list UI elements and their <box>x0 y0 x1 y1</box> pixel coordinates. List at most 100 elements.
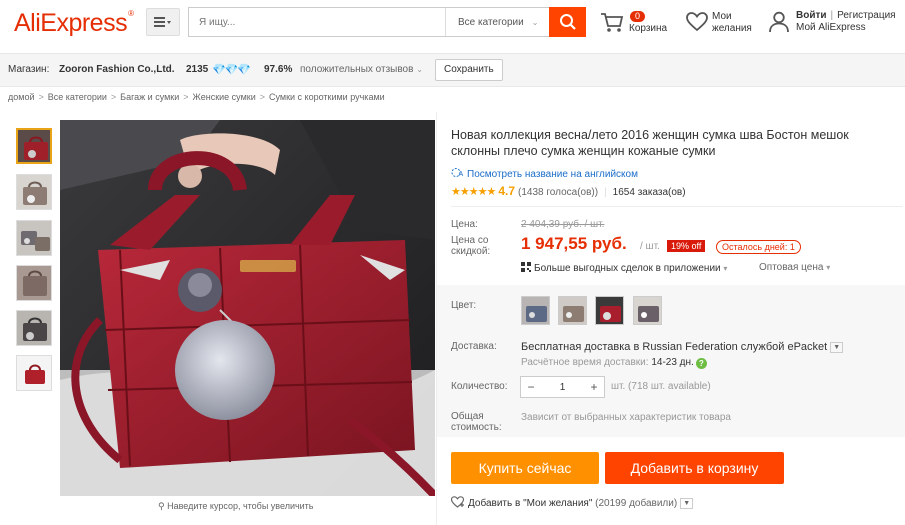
my-aliexpress-link[interactable]: Мой AliExpress <box>796 22 896 34</box>
shipping-label: Доставка: <box>451 341 497 352</box>
diamond-rating-icon: 💎💎💎 <box>212 64 251 76</box>
zoom-hint: ⚲ Наведите курсор, чтобы увеличить <box>158 501 314 511</box>
color-swatch-image <box>634 297 661 324</box>
qr-code-icon <box>521 262 531 272</box>
app-deals-link[interactable]: Больше выгодных сделок в приложении ▾ <box>521 262 727 274</box>
thumbnail-gallery <box>0 112 60 525</box>
cart-label: Корзина <box>629 23 668 34</box>
bag-thumbnail-image <box>17 266 51 300</box>
chevron-down-icon: ▾ <box>723 264 728 273</box>
quantity-input[interactable]: 1 <box>541 382 584 393</box>
heart-plus-icon <box>450 496 465 508</box>
chevron-down-icon: ▾ <box>826 263 831 272</box>
rating-row: ★★★★★ 4.7 (1438 голоса(ов)) | 1654 заказа(ов… <box>451 184 686 198</box>
chevron-down-icon: ⌄ <box>531 17 539 27</box>
total-price-note: Зависит от выбранных характеристик товар… <box>521 412 731 423</box>
heart-icon <box>686 12 708 32</box>
add-to-cart-button[interactable]: Добавить в корзину <box>605 452 784 484</box>
breadcrumb-home[interactable]: домой <box>8 92 34 102</box>
product-thumbnail[interactable] <box>16 355 52 391</box>
orders-count: 1654 заказа(ов) <box>612 187 686 198</box>
positive-feedback-label[interactable]: положительных отзывов ⌄ <box>300 64 423 75</box>
product-thumbnail[interactable] <box>16 265 52 301</box>
old-price: 2 404,39 руб. / шт. <box>521 219 605 230</box>
product-thumbnail[interactable] <box>16 220 52 256</box>
breadcrumb-short-handle-bags[interactable]: Сумки с короткими ручками <box>269 92 385 102</box>
register-link[interactable]: Регистрация <box>837 10 895 21</box>
breadcrumb: домой > Все категории > Багаж и сумки > Женски… <box>8 92 385 102</box>
store-label: Магазин: <box>8 64 50 75</box>
quantity-available: шт. (718 шт. available) <box>611 381 711 392</box>
categories-menu-button[interactable] <box>146 8 180 36</box>
chevron-down-icon: ⌄ <box>416 65 423 74</box>
store-bar: Магазин: Zooron Fashion Co.,Ltd. 2135 💎💎… <box>0 53 905 87</box>
chevron-down-icon: ▼ <box>830 342 844 353</box>
bag-thumbnail-image <box>18 130 50 162</box>
discount-price-label: Цена со скидкой: <box>451 235 491 257</box>
product-title: Новая коллекция весна/лето 2016 женщин с… <box>451 128 849 158</box>
color-option[interactable] <box>595 296 624 325</box>
discount-badge: 19% off <box>667 240 706 252</box>
color-option[interactable] <box>558 296 587 325</box>
product-thumbnail[interactable] <box>16 128 52 164</box>
shipping-method-select[interactable]: Бесплатная доставка в Russian Federation… <box>521 341 844 353</box>
cart-count-badge: 0 <box>630 11 646 22</box>
help-icon[interactable]: ? <box>695 358 707 369</box>
search-input[interactable] <box>189 8 445 36</box>
search-bar: Все категории ⌄ <box>188 7 586 37</box>
translate-icon: A <box>451 168 464 178</box>
rating-value: 4.7 <box>498 184 515 198</box>
divider <box>451 206 903 207</box>
header: AliExpress® Все категории ⌄ 0 Корзина <box>0 0 905 48</box>
price-label: Цена: <box>451 219 478 230</box>
bag-thumbnail-image <box>17 356 51 390</box>
store-score: 2135 <box>186 64 209 75</box>
discounted-price: 1 947,55 руб. <box>521 234 627 253</box>
search-category-select[interactable]: Все категории ⌄ <box>445 8 549 36</box>
search-button[interactable] <box>549 7 586 37</box>
bag-thumbnail-image <box>17 175 51 209</box>
color-swatch-image <box>559 297 586 324</box>
product-thumbnail[interactable] <box>16 174 52 210</box>
color-label: Цвет: <box>451 300 477 311</box>
days-left-badge: Осталось дней: 1 <box>716 240 801 254</box>
per-unit-label: / шт. <box>640 241 660 252</box>
breadcrumb-womens-bags[interactable]: Женские сумки <box>193 92 256 102</box>
total-price-label: Общая стоимость: <box>451 411 502 433</box>
search-icon <box>559 14 576 30</box>
wholesale-price-link[interactable]: Оптовая цена ▾ <box>759 262 830 273</box>
rating-stars-icon: ★★★★★ <box>451 186 496 198</box>
product-thumbnail[interactable] <box>16 310 52 346</box>
cart-link[interactable]: 0 Корзина <box>600 10 680 40</box>
buy-now-button[interactable]: Купить сейчас <box>451 452 599 484</box>
decrease-quantity-button[interactable]: − <box>521 380 541 394</box>
store-name-link[interactable]: Zooron Fashion Co.,Ltd. <box>59 64 175 75</box>
aliexpress-logo[interactable]: AliExpress® <box>14 9 134 38</box>
login-link[interactable]: Войти <box>796 10 827 21</box>
add-to-wishlist-link[interactable]: Добавить в "Мои желания" (20199 добавили… <box>450 496 694 509</box>
rating-votes[interactable]: (1438 голоса(ов)) <box>518 187 598 198</box>
magnifier-icon: ⚲ <box>158 501 165 511</box>
quantity-label: Количество: <box>451 381 508 392</box>
positive-feedback-percent: 97.6% <box>264 64 293 75</box>
bag-thumbnail-image <box>17 311 51 345</box>
save-store-button[interactable]: Сохранить <box>435 59 503 81</box>
bag-thumbnail-image <box>17 221 51 255</box>
quantity-stepper: − 1 + <box>520 376 605 398</box>
color-option[interactable] <box>633 296 662 325</box>
cart-icon <box>601 13 624 32</box>
breadcrumb-luggage[interactable]: Багаж и сумки <box>120 92 179 102</box>
translate-title-link[interactable]: A Посмотреть название на английском <box>451 167 638 180</box>
main-product-image[interactable] <box>60 120 435 496</box>
color-option[interactable] <box>521 296 550 325</box>
delivery-time: Расчётное время доставки: 14-23 дн.? <box>521 357 707 369</box>
color-swatch-image <box>596 297 623 324</box>
increase-quantity-button[interactable]: + <box>584 380 604 394</box>
breadcrumb-all-categories[interactable]: Все категории <box>48 92 107 102</box>
chevron-down-icon: ▼ <box>680 498 694 509</box>
user-icon <box>769 11 789 33</box>
svg-text:A: A <box>459 171 464 178</box>
menu-icon <box>154 17 171 27</box>
red-handbag-photo <box>60 120 435 496</box>
color-swatch-image <box>522 297 549 324</box>
